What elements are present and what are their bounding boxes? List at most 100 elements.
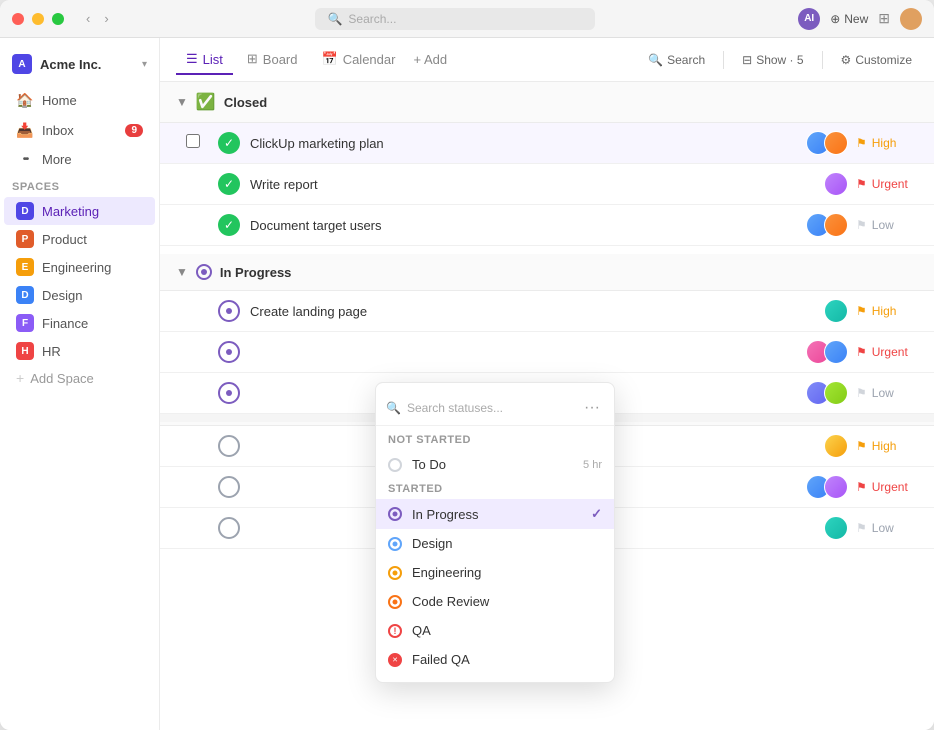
task-status-icon[interactable]: ✓ [218,132,240,154]
minimize-button[interactable] [32,13,44,25]
show-button[interactable]: ⊟ Show · 5 [736,49,809,71]
add-space-button[interactable]: + Add Space [4,365,155,391]
more-icon: ••• [16,154,34,165]
ai-badge[interactable]: AI [798,8,820,30]
task-assignees [806,213,848,237]
app-window: ‹ › 🔍 Search... AI ⊕ New ⊞ A Acme Inc. [0,0,934,730]
space-icon-product: P [16,230,34,248]
dropdown-item-engineering[interactable]: Engineering [376,558,614,587]
flag-icon [856,480,867,494]
task-status-icon[interactable]: ✓ [218,214,240,236]
dropdown-item-design[interactable]: Design [376,529,614,558]
maximize-button[interactable] [52,13,64,25]
sidebar-item-label: Home [42,93,77,108]
avatar [824,340,848,364]
space-icon-marketing: D [16,202,34,220]
dropdown-item-inprogress[interactable]: In Progress ✓ [376,499,614,529]
space-icon-design: D [16,286,34,304]
flag-icon [856,177,867,191]
sidebar-item-hr[interactable]: H HR [4,337,155,365]
dropdown-section-label-not-started: NOT STARTED [376,430,614,450]
org-header[interactable]: A Acme Inc. ▾ [0,46,159,82]
add-tab-button[interactable]: + Add [413,52,447,67]
divider [822,51,823,69]
search-button[interactable]: 🔍 Search [642,49,711,71]
space-label: Design [42,288,82,303]
divider [723,51,724,69]
section-expand-icon: ▼ [176,265,188,279]
avatar [824,475,848,499]
checkmark-icon: ✓ [591,506,602,522]
sidebar: A Acme Inc. ▾ 🏠 Home 📥 Inbox 9 ••• More [0,38,160,730]
tab-calendar[interactable]: 📅 Calendar [312,45,406,75]
task-checkbox[interactable] [186,134,200,153]
flag-icon [856,386,867,400]
new-button[interactable]: ⊕ New [830,12,868,26]
sidebar-item-inbox[interactable]: 📥 Inbox 9 [4,116,155,145]
table-row[interactable]: ✓ Write report Urgent [160,164,934,205]
table-row[interactable]: Urgent [160,332,934,373]
sidebar-item-engineering[interactable]: E Engineering [4,253,155,281]
task-status-icon[interactable] [218,476,240,498]
space-icon-hr: H [16,342,34,360]
status-icon-design [388,537,402,551]
task-status-icon[interactable] [218,300,240,322]
view-tabs: ☰ List ⊞ Board 📅 Calendar + Add 🔍 Search [160,38,934,82]
task-status-icon[interactable] [218,435,240,457]
close-button[interactable] [12,13,24,25]
filter-icon: ⊟ [742,53,752,67]
task-status-icon[interactable] [218,341,240,363]
task-name: Create landing page [250,304,824,319]
task-assignees [806,340,848,364]
dropdown-more-button[interactable]: ··· [580,397,604,419]
sidebar-item-more[interactable]: ••• More [4,146,155,173]
task-name: Document target users [250,218,806,233]
task-name: ClickUp marketing plan [250,136,806,151]
status-label: QA [412,623,431,638]
avatar [824,434,848,458]
sidebar-item-design[interactable]: D Design [4,281,155,309]
search-icon: 🔍 [648,53,663,67]
nav-forward-button[interactable]: › [100,9,112,28]
global-search-box[interactable]: 🔍 Search... [315,8,595,30]
dropdown-item-failedqa[interactable]: Failed QA [376,645,614,674]
status-icon-codereview [388,595,402,609]
add-space-icon: + [16,370,24,386]
task-status-icon[interactable] [218,517,240,539]
customize-button[interactable]: ⚙ Customize [835,49,918,71]
dropdown-item-todo[interactable]: To Do 5 hr [376,450,614,479]
table-row[interactable]: ⋮⋮ ✓ ClickUp marketing plan High [160,123,934,164]
task-status-icon[interactable]: ✓ [218,173,240,195]
sidebar-item-home[interactable]: 🏠 Home [4,86,155,115]
sidebar-item-finance[interactable]: F Finance [4,309,155,337]
avatar [824,516,848,540]
table-row[interactable]: ✓ Document target users Low [160,205,934,246]
sidebar-item-marketing[interactable]: D Marketing [4,197,155,225]
status-search-input[interactable] [407,401,574,415]
sidebar-item-product[interactable]: P Product [4,225,155,253]
section-closed-header[interactable]: ▼ ✅ Closed [160,82,934,123]
sidebar-item-label: Inbox [42,123,74,138]
nav-back-button[interactable]: ‹ [82,9,94,28]
status-icon-qa [388,624,402,638]
priority-badge: Urgent [848,478,918,496]
status-label: Failed QA [412,652,470,667]
grid-icon[interactable]: ⊞ [878,10,890,27]
task-assignees [806,381,848,405]
section-inprogress-header[interactable]: ▼ In Progress [160,254,934,291]
spaces-label: Spaces [0,173,159,197]
dropdown-search-area: 🔍 ··· [376,391,614,426]
priority-badge: Urgent [848,343,918,361]
status-label: In Progress [412,507,478,522]
dropdown-item-qa[interactable]: QA [376,616,614,645]
task-status-icon[interactable] [218,382,240,404]
user-avatar[interactable] [900,8,922,30]
tab-list[interactable]: ☰ List [176,45,233,75]
avatar [824,381,848,405]
tab-board[interactable]: ⊞ Board [237,45,308,75]
dropdown-item-codereview[interactable]: Code Review [376,587,614,616]
board-icon: ⊞ [247,51,258,67]
task-assignees [824,299,848,323]
table-row[interactable]: Create landing page High [160,291,934,332]
org-icon: A [12,54,32,74]
